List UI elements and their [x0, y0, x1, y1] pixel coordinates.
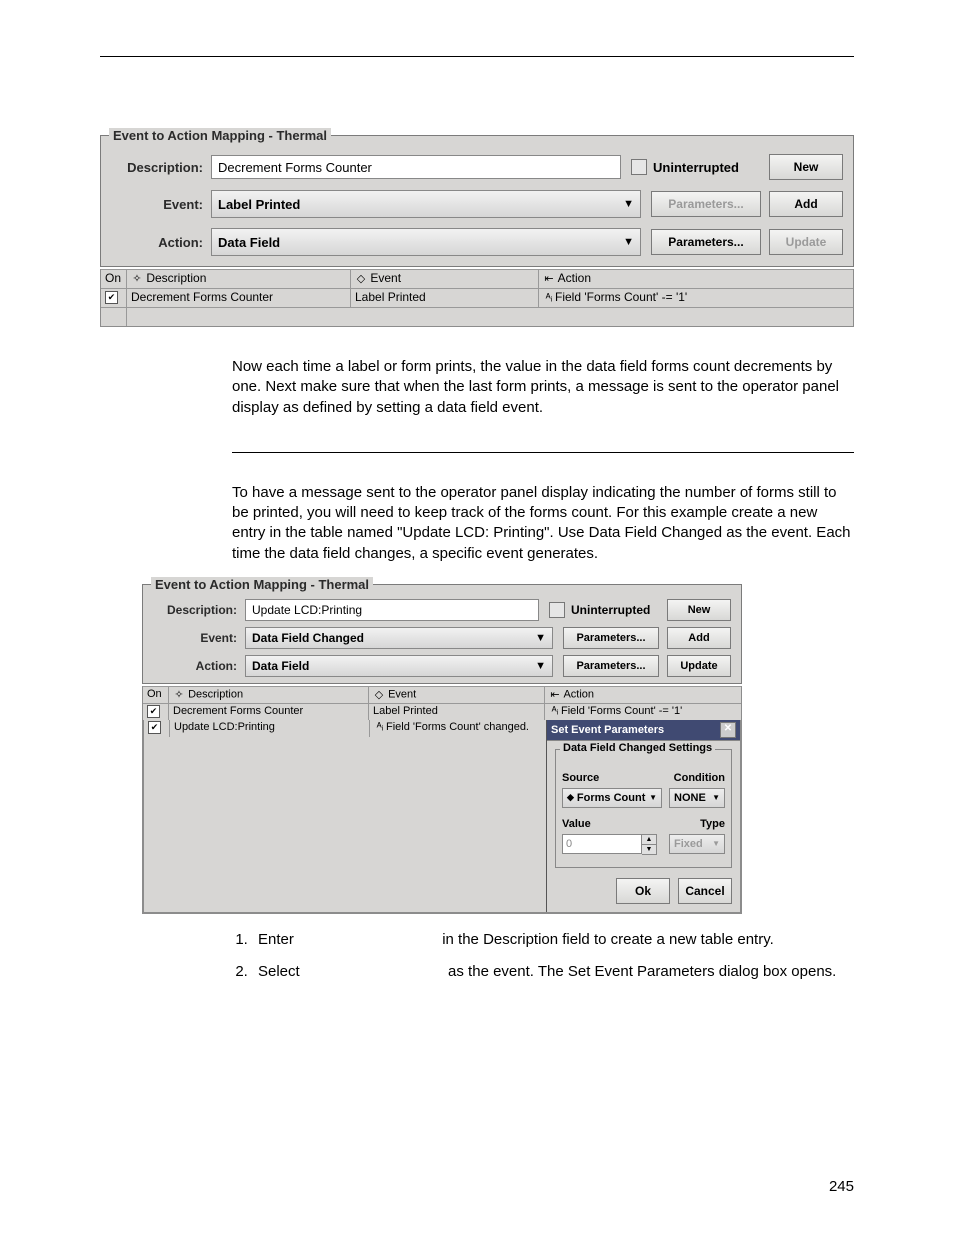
cancel-button[interactable]: Cancel	[678, 878, 732, 904]
ok-button[interactable]: Ok	[616, 878, 670, 904]
paragraph-2: To have a message sent to the operator p…	[232, 483, 854, 564]
chevron-down-icon: ▼	[535, 628, 546, 648]
uninterrupted-label: Uninterrupted	[571, 603, 650, 617]
event-label: Event:	[153, 631, 245, 645]
col-event-header: Event	[370, 271, 401, 285]
close-icon[interactable]: ✕	[720, 722, 736, 738]
value-spinner[interactable]: ▲▼	[562, 834, 657, 855]
mapping-table-1: On ✧ Description ◇ Event ⇤ Action ✔ Decr…	[100, 269, 854, 327]
add-button[interactable]: Add	[769, 191, 843, 217]
chevron-down-icon: ▼	[649, 793, 657, 802]
chevron-down-icon: ▼	[535, 656, 546, 676]
source-select[interactable]: ◆Forms Count ▼	[562, 788, 662, 808]
chevron-down-icon: ▼	[712, 839, 720, 848]
update-button[interactable]: Update	[667, 655, 731, 677]
list-item: Select as the event. The Set Event Param…	[252, 961, 854, 984]
popup-title: Set Event Parameters	[551, 724, 664, 736]
row-checkbox[interactable]: ✔	[105, 291, 118, 304]
description-input[interactable]	[245, 599, 539, 621]
add-button[interactable]: Add	[667, 627, 731, 649]
chevron-down-icon: ▼	[712, 793, 720, 802]
action-select[interactable]: Data Field▼	[211, 228, 641, 256]
description-icon: ✧	[131, 272, 143, 285]
event-label: Event:	[111, 197, 211, 212]
panel2-title: Event to Action Mapping - Thermal	[151, 577, 373, 592]
table-row[interactable]: ✔ Update LCD:Printing ᴬᵢField 'Forms Cou…	[144, 720, 546, 737]
steps-list: Enter in the Description field to create…	[232, 929, 854, 984]
action-icon: ⇤	[549, 688, 561, 701]
datafield-icon: ◆	[567, 792, 574, 803]
set-event-parameters-dialog: Set Event Parameters ✕ Data Field Change…	[546, 720, 740, 912]
new-button[interactable]: New	[769, 154, 843, 180]
event-icon: ◇	[355, 272, 367, 285]
value-input[interactable]	[562, 834, 642, 854]
condition-select[interactable]: NONE ▼	[669, 788, 725, 808]
table-row[interactable]: ✔ Decrement Forms Counter Label Printed …	[143, 703, 741, 720]
list-item: Enter in the Description field to create…	[252, 929, 854, 952]
field-icon: ᴬᵢ	[549, 705, 561, 717]
action-select[interactable]: Data Field▼	[245, 655, 553, 677]
event-parameters-button[interactable]: Parameters...	[563, 627, 659, 649]
action-parameters-button[interactable]: Parameters...	[563, 655, 659, 677]
description-label: Description:	[153, 603, 245, 617]
action-icon: ⇤	[543, 272, 555, 285]
page-number: 245	[829, 1178, 854, 1195]
chevron-down-icon: ▼	[623, 198, 634, 210]
field-icon: ᴬᵢ	[543, 292, 555, 304]
col-desc-header: Description	[146, 271, 206, 285]
panel1-title: Event to Action Mapping - Thermal	[109, 128, 331, 143]
event-parameters-button[interactable]: Parameters...	[651, 191, 761, 217]
event-select[interactable]: Label Printed▼	[211, 190, 641, 218]
chevron-down-icon: ▼	[623, 236, 634, 248]
source-label: Source	[562, 772, 599, 784]
uninterrupted-checkbox[interactable]: Uninterrupted	[631, 159, 761, 175]
type-label: Type	[700, 818, 725, 830]
col-action-header: Action	[558, 271, 591, 285]
value-label: Value	[562, 818, 591, 830]
action-parameters-button[interactable]: Parameters...	[651, 229, 761, 255]
event-select[interactable]: Data Field Changed▼	[245, 627, 553, 649]
col-on-header: On	[143, 686, 169, 703]
row-checkbox[interactable]: ✔	[148, 721, 161, 734]
description-input[interactable]	[211, 155, 621, 179]
new-button[interactable]: New	[667, 599, 731, 621]
table-row[interactable]: ✔ Decrement Forms Counter Label Printed …	[101, 288, 853, 307]
uninterrupted-checkbox[interactable]: Uninterrupted	[549, 602, 659, 618]
type-select[interactable]: Fixed ▼	[669, 834, 725, 854]
action-label: Action:	[111, 235, 211, 250]
paragraph-1: Now each time a label or form prints, th…	[232, 357, 854, 418]
spinner-up-icon[interactable]: ▲	[642, 835, 656, 845]
col-on-header: On	[101, 269, 127, 288]
update-button[interactable]: Update	[769, 229, 843, 255]
description-icon: ✧	[173, 688, 185, 701]
row-checkbox[interactable]: ✔	[147, 705, 160, 718]
section-divider	[232, 452, 854, 453]
action-label: Action:	[153, 659, 245, 673]
popup-group-title: Data Field Changed Settings	[560, 742, 715, 754]
condition-label: Condition	[674, 772, 725, 784]
event-icon: ◇	[373, 688, 385, 701]
page-top-rule	[100, 56, 854, 57]
event-mapping-panel-2: Event to Action Mapping - Thermal Descri…	[142, 584, 742, 684]
uninterrupted-label: Uninterrupted	[653, 160, 739, 175]
spinner-down-icon[interactable]: ▼	[642, 845, 656, 854]
field-icon: ᴬᵢ	[374, 721, 386, 733]
description-label: Description:	[111, 160, 211, 175]
mapping-table-2: On ✧ Description ◇ Event ⇤ Action ✔ Decr…	[142, 686, 742, 914]
event-mapping-panel-1: Event to Action Mapping - Thermal Descri…	[100, 135, 854, 267]
